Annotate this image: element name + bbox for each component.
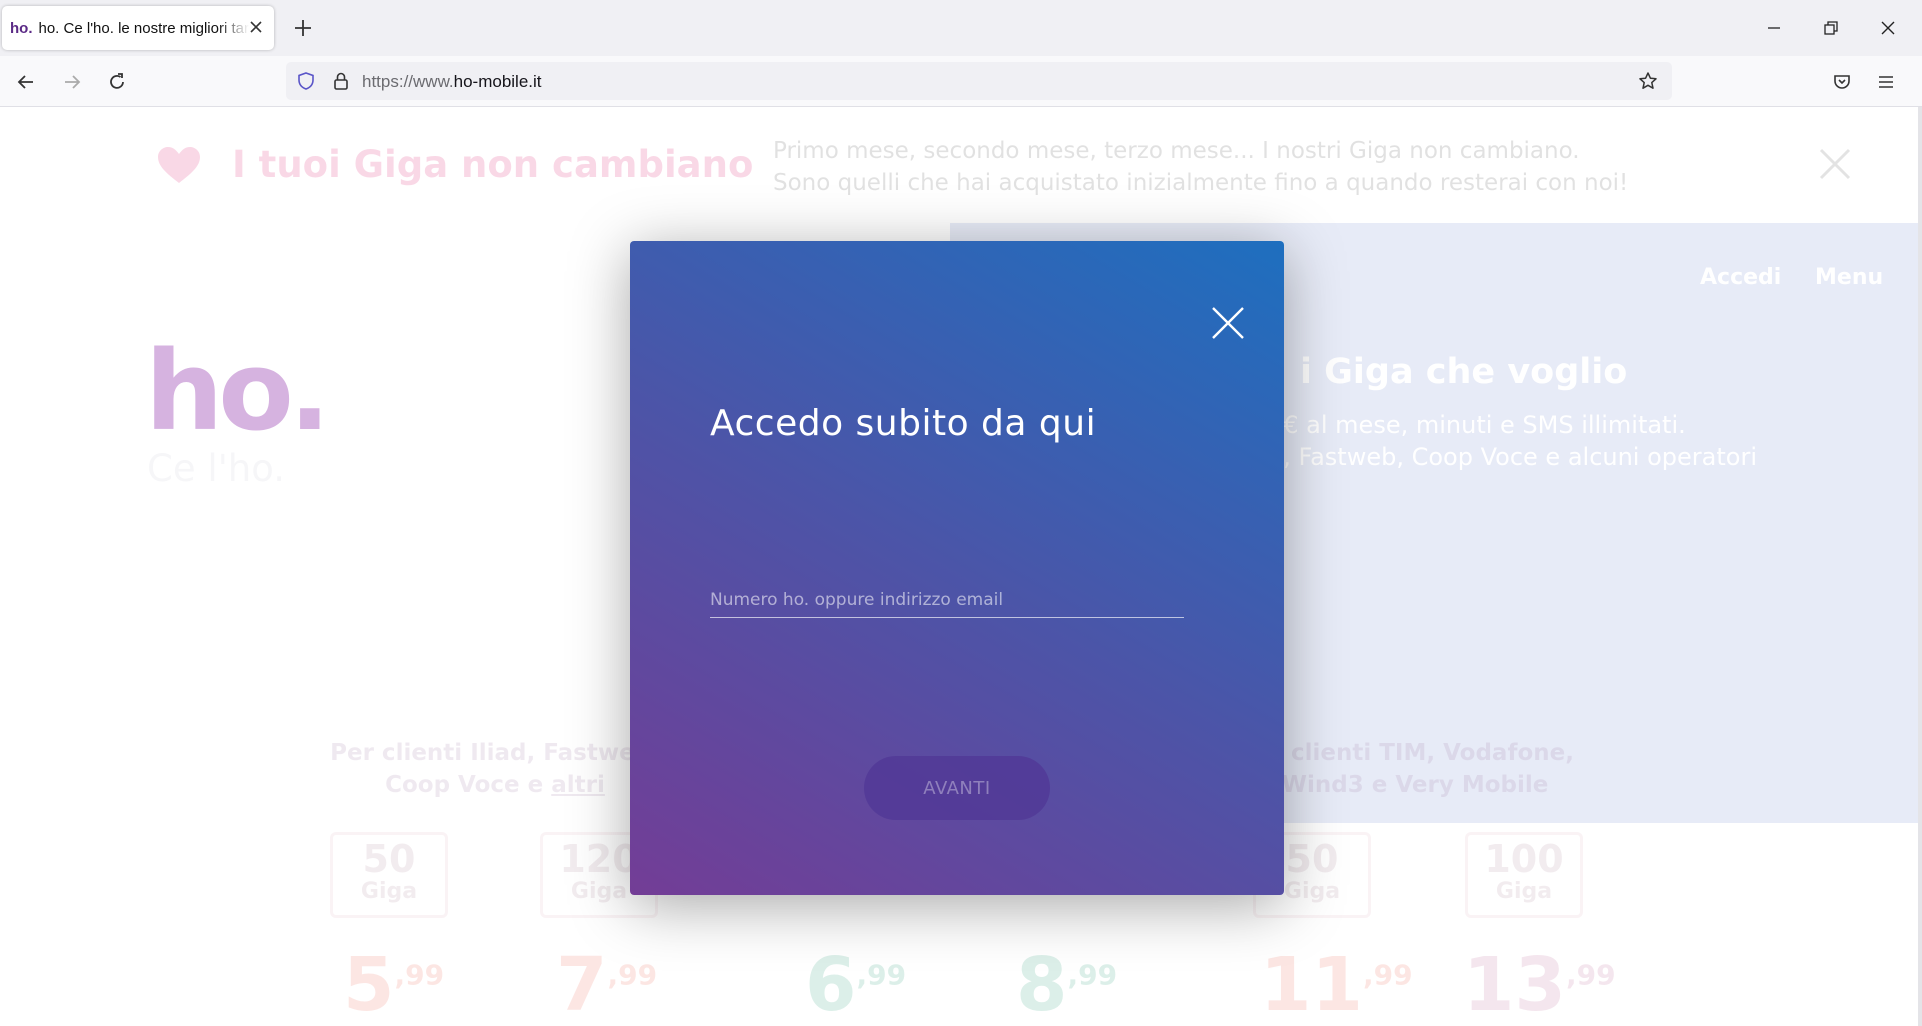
offer-price: 8,99 [1016, 942, 1117, 1026]
url-prefix: https://www. [362, 72, 454, 91]
price-integer: 7 [556, 942, 608, 1026]
tab-title: ho. Ce l'ho. le nostre migliori tariffe [38, 19, 249, 37]
avanti-button[interactable]: AVANTI [864, 756, 1050, 820]
price-cents: ,99 [1362, 958, 1413, 992]
close-banner-icon[interactable] [1818, 147, 1852, 181]
altri-link[interactable]: altri [551, 772, 605, 798]
price-integer: 5 [343, 942, 395, 1026]
clients-left-line-2: Coop Voce e [385, 772, 552, 798]
clients-right-line-2: Wind3 e Very Mobile [1281, 772, 1549, 798]
clients-left-heading: Per clienti Iliad, Fastweb, Coop Voce e … [330, 737, 660, 801]
offer-card[interactable]: 100 Giga [1465, 832, 1583, 918]
nav-menu-link[interactable]: Menu [1815, 265, 1883, 290]
price-integer: 8 [1016, 942, 1068, 1026]
ho-mobile-favicon: ho. [10, 19, 33, 37]
price-cents: ,99 [394, 958, 445, 992]
offer-card[interactable]: 50 Giga [330, 832, 448, 918]
hero-title: i Giga che voglio [1300, 352, 1628, 392]
url-text[interactable]: https://www.ho-mobile.it [362, 72, 542, 92]
navigation-toolbar: https://www.ho-mobile.it [0, 56, 1922, 107]
offer-price: 5,99 [343, 942, 444, 1026]
close-tab-icon[interactable] [248, 19, 264, 35]
tracking-shield-icon[interactable] [296, 71, 316, 91]
price-cents: ,99 [607, 958, 658, 992]
banner-text: Primo mese, secondo mese, terzo mese... … [773, 135, 1628, 199]
offer-price: 7,99 [556, 942, 657, 1026]
ho-logo: ho. [145, 327, 331, 455]
hero-line-1: 9€ al mese, minuti e SMS illimitati. [1268, 411, 1686, 439]
minimize-window-icon[interactable] [1760, 14, 1788, 42]
offer-unit: Giga [1495, 879, 1553, 904]
login-input[interactable] [710, 583, 1184, 618]
hero-line-2: d, Fastweb, Coop Voce e alcuni operatori [1268, 443, 1757, 471]
active-tab[interactable]: ho. ho. Ce l'ho. le nostre migliori tari… [2, 6, 274, 50]
clients-left-line-1: Per clienti Iliad, Fastweb, [330, 740, 660, 766]
pocket-icon[interactable] [1828, 68, 1856, 96]
price-cents: ,99 [1067, 958, 1118, 992]
close-icon[interactable] [1210, 305, 1246, 341]
offer-giga: 100 [1484, 837, 1564, 881]
lock-icon[interactable] [331, 71, 351, 91]
price-cents: ,99 [1565, 958, 1616, 992]
offer-giga: 50 [362, 837, 416, 881]
url-domain: ho-mobile.it [453, 72, 542, 91]
banner-line-1: Primo mese, secondo mese, terzo mese... … [773, 138, 1580, 164]
banner-title: I tuoi Giga non cambiano [232, 143, 754, 186]
offer-price: 6,99 [805, 942, 906, 1026]
reload-icon[interactable] [103, 68, 131, 96]
price-integer: 13 [1463, 942, 1566, 1026]
modal-title: Accedo subito da qui [710, 403, 1097, 444]
offer-price: 11,99 [1260, 942, 1413, 1026]
offer-unit: Giga [360, 879, 418, 904]
close-window-icon[interactable] [1874, 14, 1902, 42]
address-bar[interactable]: https://www.ho-mobile.it [286, 62, 1672, 100]
hamburger-menu-icon[interactable] [1872, 68, 1900, 96]
restore-window-icon[interactable] [1817, 14, 1845, 42]
star-icon[interactable] [1638, 71, 1658, 91]
login-modal: Accedo subito da qui AVANTI [630, 241, 1284, 895]
new-tab-plus-icon[interactable] [292, 17, 314, 39]
tab-strip: ho. ho. Ce l'ho. le nostre migliori tari… [0, 0, 1922, 56]
nav-accedi-link[interactable]: Accedi [1700, 265, 1781, 290]
logo-tagline: Ce l'ho. [147, 447, 286, 490]
price-cents: ,99 [856, 958, 907, 992]
price-integer: 11 [1260, 942, 1363, 1026]
hero-text: 9€ al mese, minuti e SMS illimitati. d, … [1268, 409, 1757, 473]
page-scrollbar[interactable] [1918, 107, 1922, 1026]
clients-right-heading: er clienti TIM, Vodafone, Wind3 e Very M… [1250, 737, 1580, 801]
back-arrow-icon[interactable] [12, 68, 40, 96]
info-banner: I tuoi Giga non cambiano Primo mese, sec… [0, 107, 1922, 222]
offer-price: 13,99 [1463, 942, 1616, 1026]
banner-line-2: Sono quelli che hai acquistato inizialme… [773, 170, 1629, 196]
heart-icon [158, 147, 200, 183]
price-integer: 6 [805, 942, 857, 1026]
forward-arrow-icon[interactable] [58, 68, 86, 96]
clients-right-line-1: er clienti TIM, Vodafone, [1256, 740, 1574, 766]
